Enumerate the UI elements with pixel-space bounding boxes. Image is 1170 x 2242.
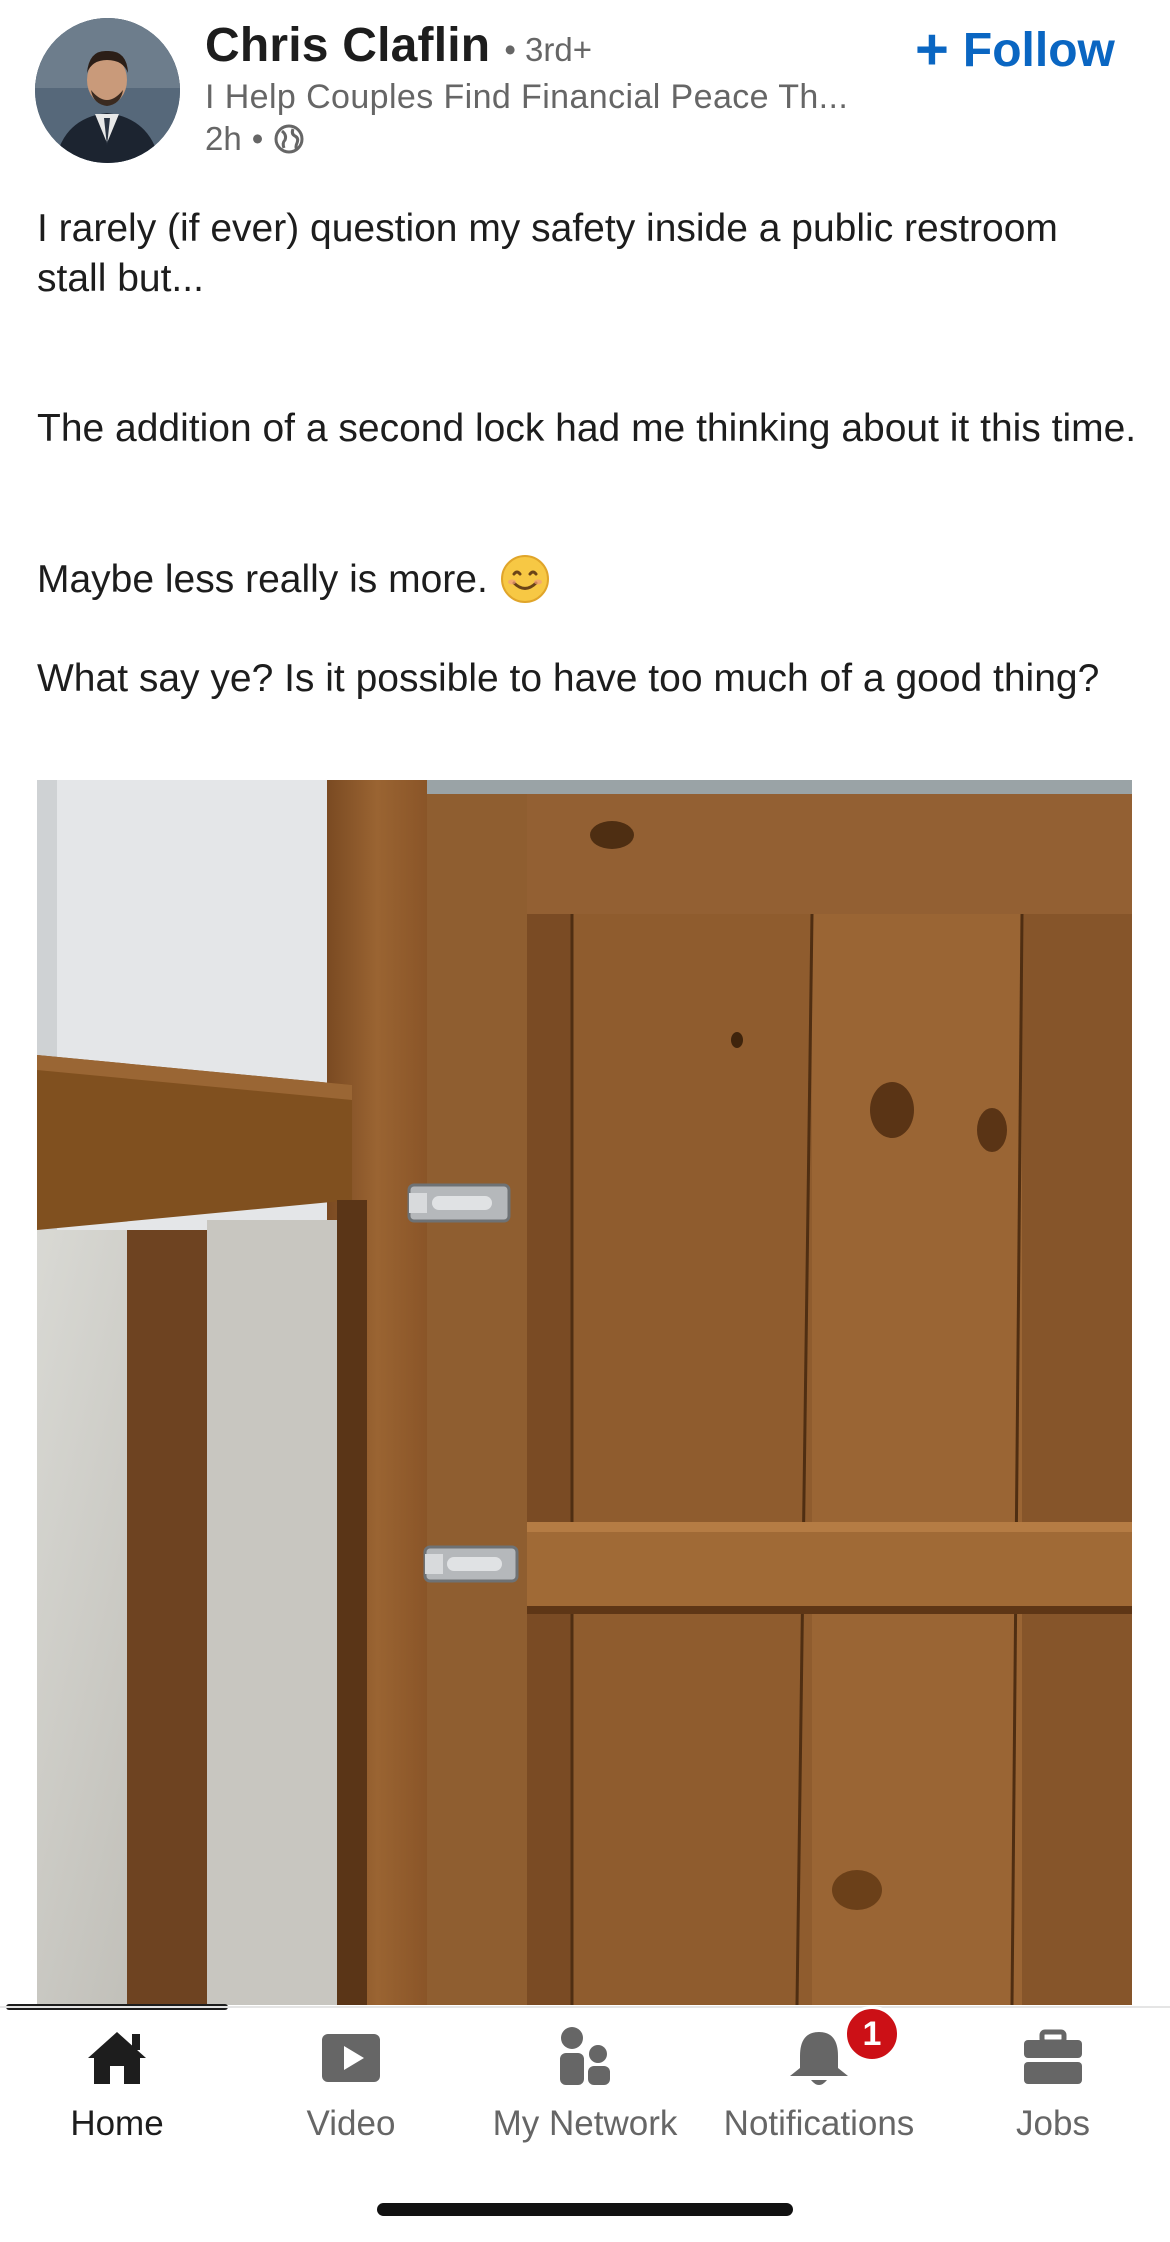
post-paragraph-3: Maybe less really is more. — [37, 554, 1137, 605]
notification-badge: 1 — [844, 2006, 900, 2062]
avatar-photo — [35, 18, 180, 163]
bell-icon: 1 — [784, 2006, 900, 2092]
post-paragraph-3-text: Maybe less really is more. — [37, 558, 488, 601]
tab-home-label: Home — [70, 2104, 164, 2143]
connection-degree: • 3rd+ — [504, 31, 593, 68]
globe-icon — [273, 123, 305, 155]
plus-icon: + — [915, 17, 949, 82]
tab-notifications[interactable]: 1 Notifications — [702, 2006, 936, 2168]
tab-video[interactable]: Video — [234, 2008, 468, 2168]
tab-video-label: Video — [306, 2104, 396, 2143]
restroom-stall-photo — [37, 780, 1132, 2005]
author-line: Chris Claflin • 3rd+ — [205, 18, 592, 73]
home-icon — [82, 2022, 152, 2092]
tab-jobs[interactable]: Jobs — [936, 2008, 1170, 2168]
follow-label: Follow — [962, 23, 1115, 77]
briefcase-icon — [1018, 2022, 1088, 2092]
home-indicator[interactable] — [377, 2203, 793, 2216]
post-paragraph-1: I rarely (if ever) question my safety in… — [37, 207, 1058, 300]
meta-separator: • — [251, 120, 264, 157]
tab-notifications-label: Notifications — [723, 2104, 915, 2143]
bottom-tab-bar: Home Video My Network 1 Notifications Jo… — [0, 2006, 1170, 2168]
video-icon — [316, 2022, 386, 2092]
author-headline: I Help Couples Find Financial Peace Th..… — [205, 78, 849, 116]
tab-home[interactable]: Home — [0, 2008, 234, 2168]
post-paragraph-4: What say ye? Is it possible to have too … — [37, 657, 1100, 700]
smiling-face-emoji-icon — [500, 554, 550, 604]
post-time: 2h — [205, 120, 242, 157]
post-image[interactable] — [37, 780, 1132, 2005]
post-header: Chris Claflin • 3rd+ I Help Couples Find… — [0, 0, 1170, 180]
author-name[interactable]: Chris Claflin — [205, 18, 490, 73]
post-paragraph-2: The addition of a second lock had me thi… — [37, 407, 1137, 450]
tab-my-network[interactable]: My Network — [468, 2008, 702, 2168]
tab-my-network-label: My Network — [492, 2104, 678, 2143]
author-avatar[interactable] — [35, 18, 180, 163]
network-icon — [550, 2022, 620, 2092]
follow-button[interactable]: + Follow — [915, 20, 1115, 80]
tab-jobs-label: Jobs — [1016, 2104, 1090, 2143]
post-meta: 2h • — [205, 120, 305, 158]
